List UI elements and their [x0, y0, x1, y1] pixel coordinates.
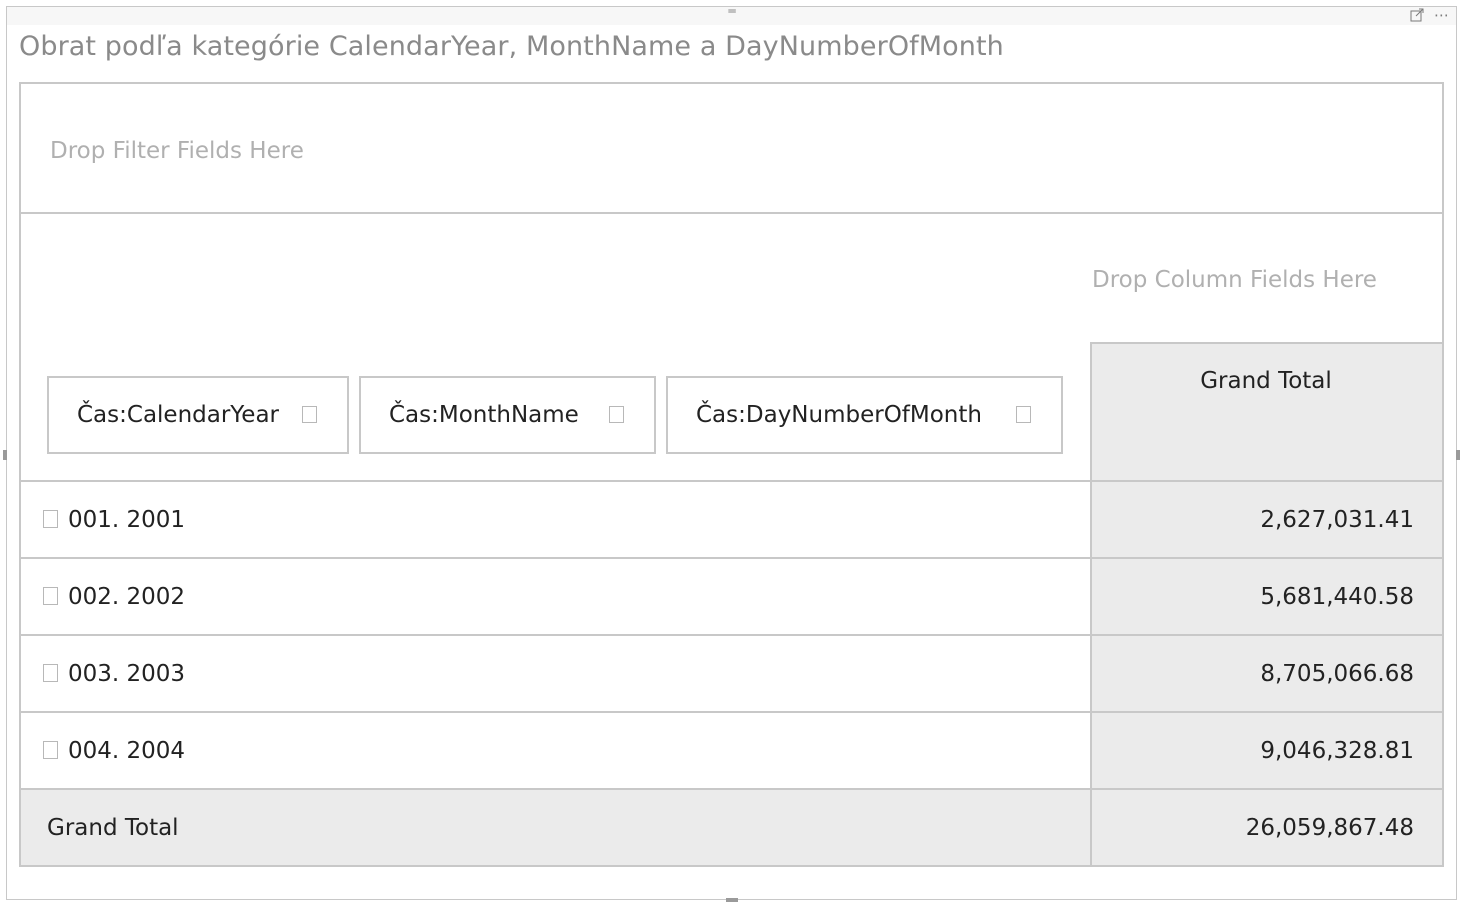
filter-drop-placeholder: Drop Filter Fields Here	[50, 138, 304, 164]
row-header-year[interactable]: 004. 2004	[43, 713, 185, 788]
row-label-text: 004. 2004	[68, 737, 186, 764]
row-value: 2,627,031.41	[1260, 506, 1414, 533]
column-drop-placeholder: Drop Column Fields Here	[1092, 267, 1377, 293]
row-header-year[interactable]: 003. 2003	[43, 636, 185, 711]
table-row: 002. 2002 5,681,440.58	[21, 559, 1442, 636]
expand-icon[interactable]	[43, 663, 58, 682]
row-field-label: Čas:DayNumberOfMonth	[696, 402, 982, 428]
row-value: 9,046,328.81	[1260, 737, 1414, 764]
row-field-month-name[interactable]: Čas:MonthName	[359, 376, 656, 454]
expand-icon[interactable]	[43, 509, 58, 528]
resize-handle-bottom[interactable]	[726, 898, 738, 902]
grand-total-value: 26,059,867.48	[1245, 814, 1414, 841]
row-header-year[interactable]: 002. 2002	[43, 559, 185, 634]
more-options-icon[interactable]: ⋯	[1434, 8, 1450, 23]
row-field-calendar-year[interactable]: Čas:CalendarYear	[47, 376, 349, 454]
filter-drop-zone[interactable]: Drop Filter Fields Here	[21, 84, 1442, 214]
focus-mode-icon[interactable]	[1410, 8, 1424, 22]
expand-icon[interactable]	[43, 586, 58, 605]
row-header-year[interactable]: 001. 2001	[43, 482, 185, 557]
field-filter-icon[interactable]	[609, 406, 624, 423]
grand-total-column-header[interactable]: Grand Total	[1090, 342, 1442, 482]
drag-handle-icon[interactable]: ═	[723, 5, 741, 17]
visual-header-toolbar: ⋯	[1410, 7, 1450, 23]
row-field-label: Čas:CalendarYear	[77, 402, 280, 428]
row-label-text: 002. 2002	[68, 583, 186, 610]
field-filter-icon[interactable]	[302, 406, 317, 423]
column-drop-zone[interactable]: Drop Column Fields Here	[21, 214, 1442, 342]
grand-total-row: Grand Total 26,059,867.48	[21, 790, 1442, 865]
row-field-label: Čas:MonthName	[389, 402, 579, 428]
table-row: 001. 2001 2,627,031.41	[21, 482, 1442, 559]
pivot-table: Drop Filter Fields Here Drop Column Fiel…	[19, 82, 1444, 867]
row-value: 5,681,440.58	[1260, 583, 1414, 610]
field-filter-icon[interactable]	[1016, 406, 1031, 423]
grand-total-row-label: Grand Total	[47, 814, 179, 841]
visual-title: Obrat podľa kategórie CalendarYear, Mont…	[19, 31, 1004, 62]
row-value: 8,705,066.68	[1260, 660, 1414, 687]
row-field-day-number[interactable]: Čas:DayNumberOfMonth	[666, 376, 1063, 454]
row-label-text: 001. 2001	[68, 506, 186, 533]
table-row: 003. 2003 8,705,066.68	[21, 636, 1442, 713]
row-label-text: 003. 2003	[68, 660, 186, 687]
pivot-visual-container[interactable]: ═ ⋯ Obrat podľa kategórie CalendarYear, …	[3, 5, 1460, 902]
table-row: 004. 2004 9,046,328.81	[21, 713, 1442, 790]
resize-handle-left[interactable]	[3, 450, 7, 460]
expand-icon[interactable]	[43, 740, 58, 759]
resize-handle-right[interactable]	[1456, 450, 1460, 460]
